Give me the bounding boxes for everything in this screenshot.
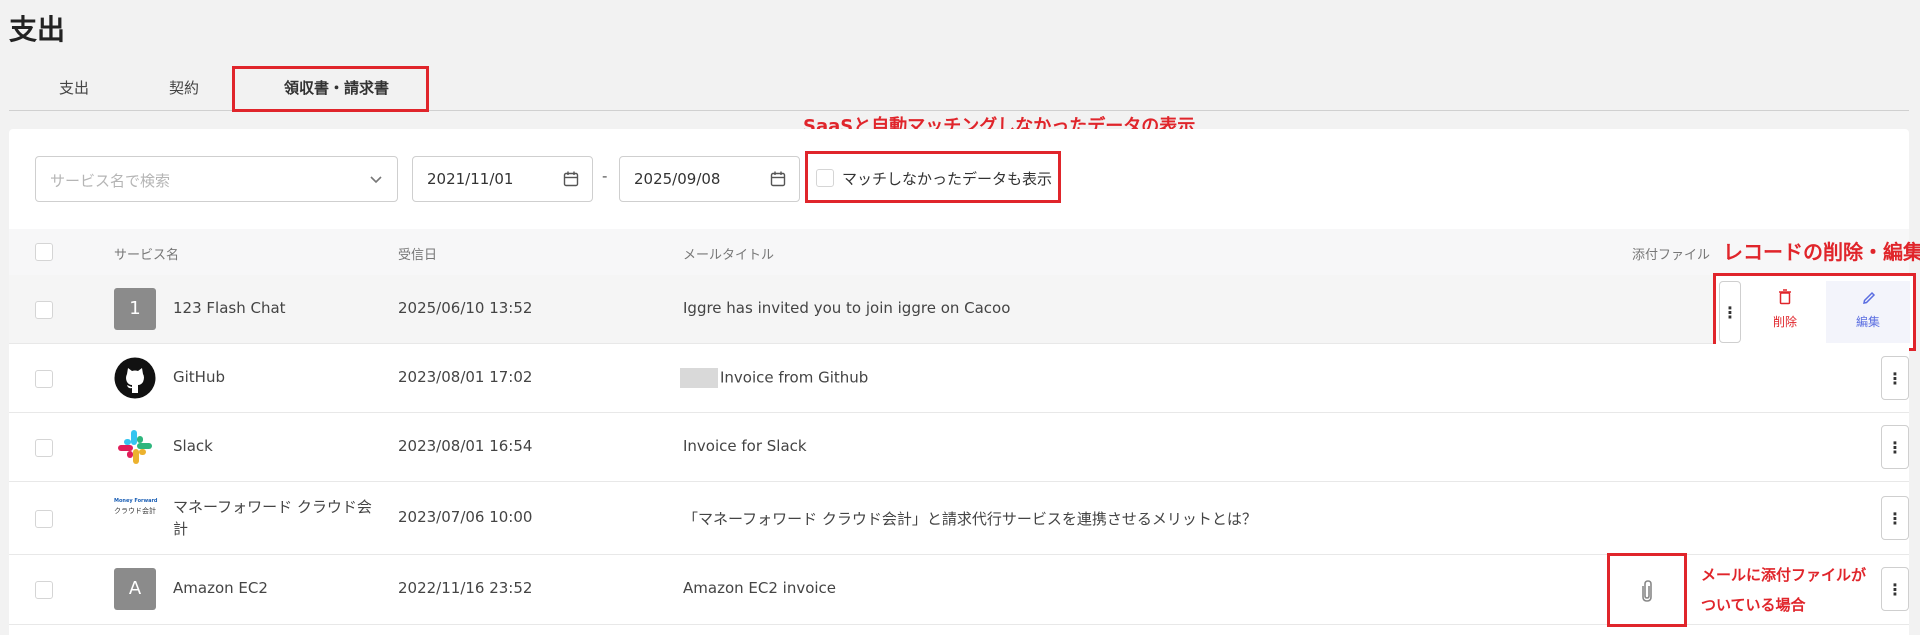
delete-button[interactable]: 削除 xyxy=(1744,281,1826,343)
github-icon xyxy=(114,357,156,399)
service-name: 123 Flash Chat xyxy=(173,299,286,317)
annotation-attachment-line1: メールに添付ファイルが xyxy=(1701,566,1867,584)
more-vertical-icon[interactable]: ⋮ xyxy=(1719,281,1741,343)
page-title: 支出 xyxy=(9,13,66,46)
more-vertical-icon[interactable]: ⋮ xyxy=(1881,425,1909,469)
annotation-record-actions: レコードの削除・編集 xyxy=(1723,240,1920,264)
row-checkbox[interactable] xyxy=(35,370,53,388)
more-vertical-icon[interactable]: ⋮ xyxy=(1881,567,1909,611)
delete-label: 削除 xyxy=(1772,315,1797,329)
column-header-mail-title: メールタイトル xyxy=(683,248,775,263)
column-header-attachment: 添付ファイル xyxy=(1632,248,1711,263)
tab-highlight-box xyxy=(232,66,429,112)
service-avatar: 1 xyxy=(114,288,156,330)
tab-contracts[interactable]: 契約 xyxy=(149,66,219,111)
received-date: 2023/08/01 16:54 xyxy=(398,437,533,455)
paperclip-icon[interactable] xyxy=(1637,578,1657,604)
column-header-service: サービス名 xyxy=(114,248,180,263)
date-from-value: 2021/11/01 xyxy=(427,170,514,188)
more-vertical-icon[interactable]: ⋮ xyxy=(1881,356,1909,400)
received-date: 2025/06/10 13:52 xyxy=(398,299,533,317)
mail-title: Invoice from Github xyxy=(680,368,868,388)
show-unmatched-label: マッチしなかったデータも表示 xyxy=(842,170,1053,188)
money-forward-logo: Money Forward クラウド会計 xyxy=(114,498,158,515)
table-row[interactable]: GitHub 2023/08/01 17:02 Invoice from Git… xyxy=(9,344,1909,413)
mail-title: 「マネーフォワード クラウド会計」と請求代行サービスを連携させるメリットとは？ xyxy=(683,510,1257,528)
date-to-field[interactable]: 2025/09/08 xyxy=(619,156,800,202)
redacted-block xyxy=(680,368,718,388)
more-vertical-icon[interactable]: ⋮ xyxy=(1881,496,1909,540)
tab-expenses[interactable]: 支出 xyxy=(39,66,109,111)
calendar-icon xyxy=(563,171,579,187)
service-search-select[interactable]: サービス名で検索 xyxy=(35,156,398,202)
row-checkbox[interactable] xyxy=(35,581,53,599)
edit-button[interactable]: 編集 xyxy=(1826,281,1910,343)
date-to-value: 2025/09/08 xyxy=(634,170,721,188)
service-search-placeholder: サービス名で検索 xyxy=(50,172,171,190)
row-checkbox[interactable] xyxy=(35,510,53,528)
table-header: サービス名 受信日 メールタイトル 添付ファイル xyxy=(9,229,1909,275)
edit-label: 編集 xyxy=(1855,315,1880,329)
row-checkbox[interactable] xyxy=(35,301,53,319)
row-actions-highlight: ⋮ 削除 編集 xyxy=(1713,273,1916,351)
table-row[interactable]: Money Forward クラウド会計 マネーフォワード クラウド会 計 20… xyxy=(9,482,1909,555)
row-checkbox[interactable] xyxy=(35,439,53,457)
received-date: 2023/08/01 17:02 xyxy=(398,368,533,386)
date-separator: - xyxy=(602,167,608,185)
service-name: GitHub xyxy=(173,368,225,386)
table-row[interactable]: 1 123 Flash Chat 2025/06/10 13:52 Iggre … xyxy=(9,275,1909,344)
show-unmatched-checkbox[interactable] xyxy=(816,169,834,187)
date-from-field[interactable]: 2021/11/01 xyxy=(412,156,593,202)
received-date: 2023/07/06 10:00 xyxy=(398,508,533,526)
select-all-checkbox[interactable] xyxy=(35,243,53,261)
calendar-icon xyxy=(770,171,786,187)
mail-title: Iggre has invited you to join iggre on C… xyxy=(683,299,1011,317)
service-avatar: A xyxy=(114,568,156,610)
mail-title: Amazon EC2 invoice xyxy=(683,579,837,597)
annotation-attachment-line2: ついている場合 xyxy=(1701,596,1806,614)
service-name: マネーフォワード クラウド会 計 xyxy=(173,498,372,538)
service-name: Slack xyxy=(173,437,213,455)
trash-icon xyxy=(1779,289,1791,305)
mail-title: Invoice for Slack xyxy=(683,437,807,455)
chevron-down-icon xyxy=(370,176,382,184)
column-header-received: 受信日 xyxy=(398,248,438,263)
table-row[interactable]: Slack 2023/08/01 16:54 Invoice for Slack… xyxy=(9,413,1909,482)
service-name: Amazon EC2 xyxy=(173,579,268,597)
pencil-icon xyxy=(1863,291,1876,304)
slack-icon xyxy=(118,430,152,464)
received-date: 2022/11/16 23:52 xyxy=(398,579,533,597)
